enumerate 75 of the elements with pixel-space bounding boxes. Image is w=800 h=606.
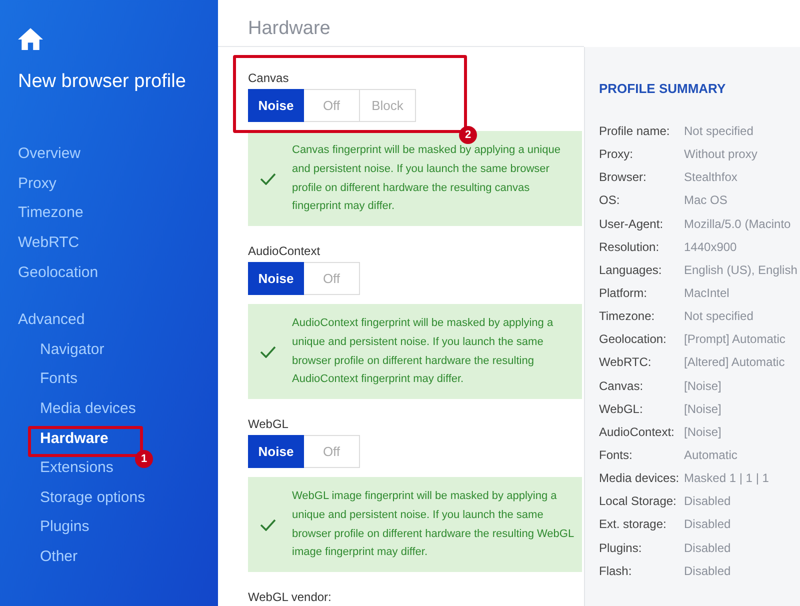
nav-item[interactable]: Plugins bbox=[40, 518, 90, 537]
nav-item[interactable]: Hardware bbox=[40, 430, 108, 448]
summary-label: OS: bbox=[599, 192, 621, 210]
nav-item[interactable]: Proxy bbox=[18, 175, 56, 194]
summary-value: [Prompt] Automatic bbox=[684, 331, 786, 348]
summary-value: [Noise] bbox=[684, 378, 722, 395]
summary-label: Proxy: bbox=[599, 146, 634, 164]
summary-label: AudioContext: bbox=[599, 424, 676, 441]
summary-title: PROFILE SUMMARY bbox=[599, 80, 727, 98]
summary-value: Without proxy bbox=[684, 146, 758, 164]
nav-item[interactable]: Storage options bbox=[40, 489, 146, 508]
option-button[interactable]: Noise bbox=[248, 262, 304, 295]
section-label: WebGL bbox=[248, 417, 288, 431]
summary-label: Plugins: bbox=[599, 540, 643, 557]
summary-value: Mozilla/5.0 (Macinto bbox=[684, 216, 791, 233]
nav-item[interactable]: Geolocation bbox=[18, 264, 98, 282]
page-title: Hardware bbox=[218, 0, 584, 47]
summary-value: [Altered] Automatic bbox=[684, 354, 785, 372]
nav-item[interactable]: Timezone bbox=[18, 204, 84, 223]
section-label: AudioContext bbox=[248, 244, 320, 258]
summary-label: Browser: bbox=[599, 169, 648, 186]
summary-label: Timezone: bbox=[599, 308, 656, 326]
summary-value: Disabled bbox=[684, 540, 731, 557]
summary-label: Flash: bbox=[599, 562, 633, 580]
summary-label: WebRTC: bbox=[599, 354, 652, 372]
check-icon bbox=[260, 172, 276, 184]
summary-value: Stealthfox bbox=[684, 169, 738, 186]
option-button[interactable]: Noise bbox=[248, 435, 304, 468]
nav-item[interactable]: Other bbox=[40, 548, 78, 566]
home-icon[interactable] bbox=[18, 28, 43, 50]
summary-label: WebGL: bbox=[599, 400, 644, 418]
summary-label: Platform: bbox=[599, 285, 648, 302]
nav-item[interactable]: Extensions bbox=[40, 459, 114, 478]
summary-value: Disabled bbox=[684, 516, 731, 534]
nav-item[interactable]: Navigator bbox=[40, 341, 104, 360]
summary-value: [Noise] bbox=[684, 400, 722, 418]
summary-value: Disabled bbox=[684, 493, 731, 510]
check-icon bbox=[260, 346, 276, 358]
summary-label: Profile name: bbox=[599, 123, 671, 140]
summary-label: User-Agent: bbox=[599, 216, 664, 233]
info-text: WebGL image fingerprint will be masked by applying a unique and persistent noise. If you launch the same browser profile on different hardware the resulting WebGL image fingerprint may differ. bbox=[292, 489, 575, 560]
nav-item[interactable]: WebRTC bbox=[18, 234, 80, 252]
summary-label: Canvas: bbox=[599, 378, 644, 395]
nav-item[interactable]: Overview bbox=[18, 146, 81, 164]
summary-value: Not specified bbox=[684, 308, 754, 326]
nav-item[interactable]: Media devices bbox=[40, 400, 136, 418]
option-button[interactable]: Off bbox=[304, 262, 360, 295]
summary-label: Languages: bbox=[599, 262, 663, 279]
option-button[interactable]: Off bbox=[304, 435, 360, 468]
check-icon bbox=[260, 518, 276, 530]
summary-value: Disabled bbox=[684, 562, 731, 580]
summary-value: Mac OS bbox=[684, 192, 728, 210]
option-button[interactable]: Block bbox=[360, 89, 416, 122]
info-text: AudioContext fingerprint will be masked by applying a unique and persistent noise. If you launch the same browser profile on different hardware the resulting AudioContext fingerprint may differ. bbox=[292, 316, 554, 388]
nav-item[interactable]: Advanced bbox=[18, 311, 85, 330]
summary-label: Resolution: bbox=[599, 238, 660, 256]
option-button[interactable]: Off bbox=[304, 89, 360, 122]
summary-value: [Noise] bbox=[684, 424, 722, 441]
summary-value: Not specified bbox=[684, 123, 754, 140]
section-label: Canvas bbox=[248, 71, 289, 85]
summary-value: Masked 1 | 1 | 1 bbox=[684, 470, 769, 488]
summary-value: 1440x900 bbox=[684, 238, 737, 256]
summary-label: Local Storage: bbox=[599, 493, 678, 510]
summary-value: Automatic bbox=[684, 447, 738, 464]
summary-label: Fonts: bbox=[599, 447, 634, 464]
section-label: WebGL vendor: bbox=[248, 590, 332, 604]
summary-value: English (US), English bbox=[684, 262, 798, 279]
option-button[interactable]: Noise bbox=[248, 89, 304, 122]
summary-label: Media devices: bbox=[599, 470, 680, 488]
info-text: Canvas fingerprint will be masked by applying a unique and persistent noise. If you launch the same browser profile on different hardware the resulting canvas fingerprint may differ. bbox=[292, 143, 562, 214]
nav-item[interactable]: Fonts bbox=[40, 370, 78, 389]
summary-label: Geolocation: bbox=[599, 331, 668, 348]
summary-label: Ext. storage: bbox=[599, 516, 668, 534]
sidebar-title: New browser profile bbox=[18, 70, 187, 94]
summary-value: MacIntel bbox=[684, 285, 730, 302]
